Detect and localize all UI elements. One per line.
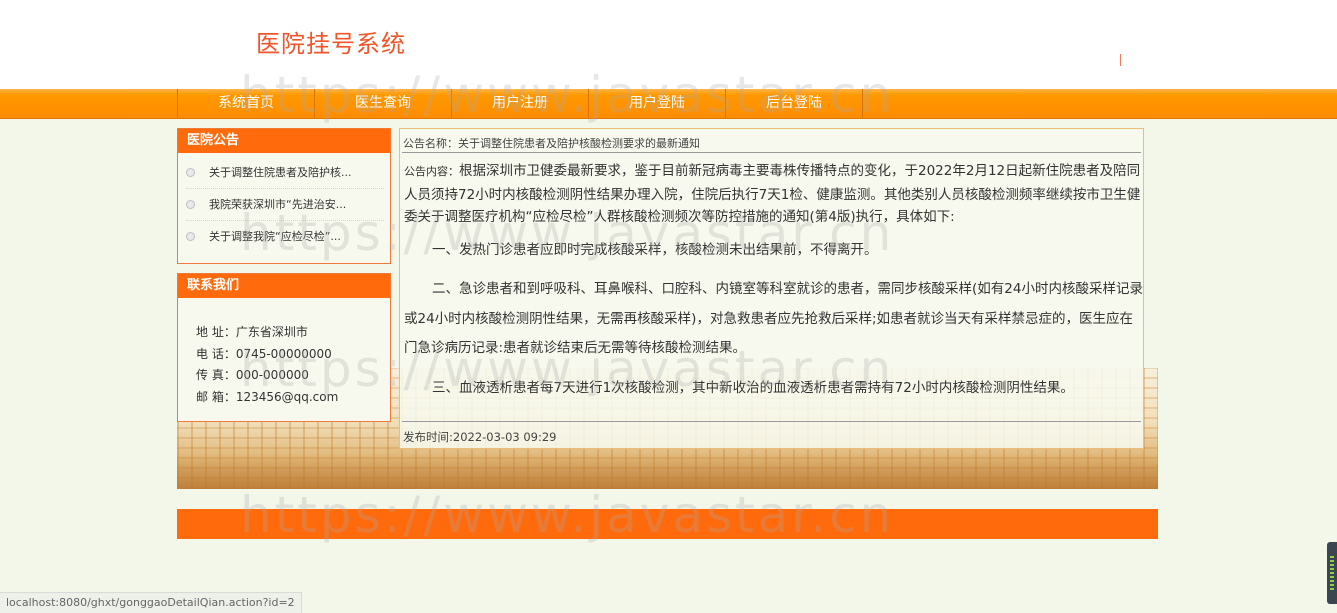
header-divider-mark xyxy=(1120,54,1121,66)
notice-panel: 医院公告 关于调整住院患者及陪护核... 我院荣获深圳市“先进治安... 关于调… xyxy=(177,128,391,264)
contact-panel: 联系我们 地 址：广东省深圳市 电 话：0745-00000000 传 真：00… xyxy=(177,273,391,422)
date-divider xyxy=(402,421,1141,422)
nav-admin-login[interactable]: 后台登陆 xyxy=(725,89,863,118)
contact-phone: 电 话：0745-00000000 xyxy=(196,346,332,361)
contact-list: 地 址：广东省深圳市 电 话：0745-00000000 传 真：000-000… xyxy=(178,298,390,408)
contact-fax: 传 真：000-000000 xyxy=(196,368,309,382)
notice-detail: 公告名称：关于调整住院患者及陪护核酸检测要求的最新通知 公告内容：根据深圳市卫健… xyxy=(399,128,1144,449)
notice-point-2: 二、急诊患者和到呼吸科、耳鼻喉科、口腔科、内镜室等科室就诊的患者，需同步核酸采样… xyxy=(404,281,1143,356)
header: 医院挂号系统 xyxy=(0,0,1337,89)
notice-intro: 公告内容：根据深圳市卫健委最新要求，鉴于目前新冠病毒主要毒株传播特点的变化，于2… xyxy=(404,160,1143,229)
bullet-icon xyxy=(186,200,195,209)
status-bar-url: localhost:8080/ghxt/gonggaoDetailQian.ac… xyxy=(0,592,302,613)
notice-title: 公告名称：关于调整住院患者及陪护核酸检测要求的最新通知 xyxy=(403,137,700,150)
bullet-icon xyxy=(186,168,195,177)
notice-item-label: 我院荣获深圳市“先进治安... xyxy=(209,198,347,211)
notice-content: 公告内容：根据深圳市卫健委最新要求，鉴于目前新冠病毒主要毒株传播特点的变化，于2… xyxy=(404,160,1143,403)
notice-intro-text: 根据深圳市卫健委最新要求，鉴于目前新冠病毒主要毒株传播特点的变化，于2022年2… xyxy=(404,163,1141,225)
nav-register[interactable]: 用户注册 xyxy=(451,89,588,118)
notice-item-label: 关于调整我院“应检尽检”... xyxy=(209,230,341,243)
bullet-icon xyxy=(186,232,195,241)
notice-item[interactable]: 我院荣获深圳市“先进治安... xyxy=(186,189,384,221)
contact-email: 邮 箱：123456@qq.com xyxy=(196,389,339,404)
nav-user-login[interactable]: 用户登陆 xyxy=(588,89,725,118)
side-widget-icon[interactable] xyxy=(1327,542,1337,604)
notice-panel-heading: 医院公告 xyxy=(178,129,390,153)
notice-item[interactable]: 关于调整我院“应检尽检”... xyxy=(186,221,384,252)
publish-time: 发布时间:2022-03-03 09:29 xyxy=(403,430,557,444)
notice-item[interactable]: 关于调整住院患者及陪护核... xyxy=(186,157,384,189)
notice-point-1: 一、发热门诊患者应即时完成核酸采样，核酸检测未出结果前，不得离开。 xyxy=(432,241,878,258)
notice-content-label: 公告内容： xyxy=(404,165,459,178)
notice-point-3: 三、血液透析患者每7天进行1次核酸检测，其中新收治的血液透析患者需持有72小时内… xyxy=(432,379,1074,396)
nav-home[interactable]: 系统首页 xyxy=(177,89,314,118)
notice-list: 关于调整住院患者及陪护核... 我院荣获深圳市“先进治安... 关于调整我院“应… xyxy=(178,153,390,252)
nav-doctor-search[interactable]: 医生查询 xyxy=(314,89,451,118)
contact-address: 地 址：广东省深圳市 xyxy=(196,325,308,339)
notice-item-label: 关于调整住院患者及陪护核... xyxy=(209,166,352,179)
title-divider xyxy=(402,152,1141,153)
footer-bar xyxy=(177,509,1158,539)
main-nav: 系统首页 医生查询 用户注册 用户登陆 后台登陆 xyxy=(0,89,1337,119)
site-title: 医院挂号系统 xyxy=(256,30,406,58)
contact-panel-heading: 联系我们 xyxy=(178,274,390,298)
